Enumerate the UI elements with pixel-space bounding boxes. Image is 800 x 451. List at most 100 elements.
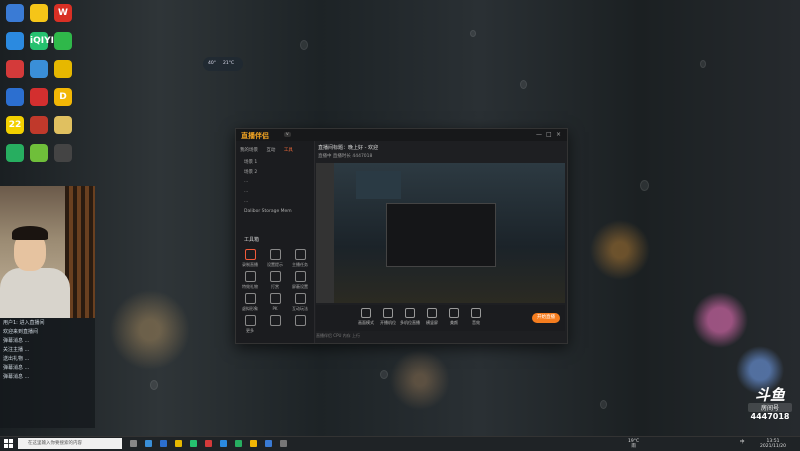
rain-drop — [640, 180, 649, 191]
tool-button[interactable]: 设置提示 — [265, 249, 285, 267]
desktop-app-icon[interactable] — [30, 60, 48, 78]
toolbar-button[interactable]: 开播机位 — [376, 308, 400, 326]
preview-side-strip — [316, 163, 334, 303]
desktop-app-icon[interactable] — [6, 4, 24, 22]
live-companion-window: 直播伴侣 v — □ × 我的场景 互动 工具 场景 1 场景 2 ... ..… — [235, 128, 568, 344]
maximize-button[interactable]: □ — [546, 131, 552, 138]
tab-scenes[interactable]: 我的场景 — [240, 148, 258, 153]
windows-start-icon[interactable] — [4, 439, 13, 448]
desktop-icons: WiQIYI D 22 — [0, 0, 80, 190]
toolbar-button[interactable]: 美颜 — [442, 308, 466, 326]
desktop-app-icon[interactable]: W — [54, 4, 72, 22]
sidebar-item-5[interactable]: Dalibor Storage Mem — [244, 209, 292, 214]
stream-title[interactable]: 直播间标题：晚上好 - 欢迎 — [318, 144, 378, 151]
tool-button[interactable]: 屏蔽设置 — [290, 271, 310, 289]
desktop-app-icon[interactable] — [6, 144, 24, 162]
tray-weather[interactable]: 19°C 雨 — [628, 439, 639, 449]
desktop-app-icon[interactable] — [54, 32, 72, 50]
rain-drop — [300, 40, 308, 50]
chat-line: 弹幕消息 ... — [3, 374, 30, 380]
taskbar-app-icon[interactable] — [235, 440, 242, 447]
taskbar-app-icon[interactable] — [175, 440, 182, 447]
version-badge[interactable]: v — [284, 132, 291, 137]
rain-drop — [600, 400, 607, 409]
sidebar-item-4[interactable]: ... — [244, 199, 248, 204]
taskbar-app-icon[interactable] — [205, 440, 212, 447]
status-footer: 直播伴侣 CPU 内存 上行 — [316, 333, 360, 338]
weather-temp: 40° — [208, 61, 216, 66]
douyu-room-badge: 斗鱼 房间号 4447018 — [748, 388, 792, 428]
desktop-app-icon[interactable]: iQIYI — [30, 32, 54, 50]
tab-interact[interactable]: 互动 — [266, 148, 275, 153]
tool-button[interactable]: 互动玩法 — [290, 293, 310, 311]
taskbar-search-input[interactable]: 在这里输入你要搜索的内容 — [18, 438, 122, 449]
tool-button[interactable]: 更多 — [240, 315, 260, 333]
tray-clock[interactable]: 13:51 2021/11/20 — [760, 439, 786, 449]
sidebar-item-1[interactable]: 场景 2 — [244, 169, 257, 175]
desktop-app-icon[interactable]: D — [54, 88, 72, 106]
taskbar-app-icon[interactable] — [145, 440, 152, 447]
sidebar-item-3[interactable]: ... — [244, 189, 248, 194]
ime-indicator[interactable]: 中 — [740, 440, 745, 445]
desktop-app-icon[interactable] — [6, 60, 24, 78]
weather-widget[interactable]: 40° 21°C — [203, 57, 243, 71]
stream-preview[interactable] — [316, 163, 565, 303]
desktop-app-icon[interactable] — [54, 144, 72, 162]
toolbar-label: 横竖屏 — [426, 320, 438, 325]
taskbar-app-icon[interactable] — [160, 440, 167, 447]
minimize-button[interactable]: — — [536, 131, 542, 138]
tool-button[interactable] — [265, 315, 285, 333]
streamer-body — [0, 268, 70, 318]
toolbar-label: 美颜 — [450, 320, 458, 325]
toolbar-button[interactable]: 音效 — [464, 308, 488, 326]
chat-overlay: 用户1: 进入直播间 欢迎来到直播间 弹幕消息 ... 关注主播 ... 送出礼物 ..… — [0, 318, 95, 428]
taskbar-app-icon[interactable] — [280, 440, 287, 447]
rain-drop — [520, 80, 527, 89]
tool-label: 虚拟形象 — [242, 306, 258, 311]
desktop-app-icon[interactable]: 22 — [6, 116, 24, 134]
toolbar-icon — [471, 308, 481, 318]
taskbar-app-icon[interactable] — [190, 440, 197, 447]
desktop-app-icon[interactable] — [30, 88, 48, 106]
desktop-app-icon[interactable] — [54, 60, 72, 78]
tool-button[interactable]: 打赏 — [265, 271, 285, 289]
tool-button[interactable]: 特效礼物 — [240, 271, 260, 289]
start-live-button[interactable]: 开始直播 — [532, 313, 560, 323]
taskbar: 在这里输入你要搜索的内容 19°C 雨 中 13:51 2021/11/20 — [0, 436, 800, 451]
desktop-app-icon[interactable] — [54, 116, 72, 134]
close-button[interactable]: × — [556, 131, 561, 138]
sidebar-item-0[interactable]: 场景 1 — [244, 159, 257, 165]
desktop-app-icon[interactable] — [6, 88, 24, 106]
tool-button[interactable]: 虚拟形象 — [240, 293, 260, 311]
tool-label: 特效礼物 — [242, 284, 258, 289]
tool-button[interactable]: 主播任务 — [290, 249, 310, 267]
stream-subinfo: 直播中 直播时长 4447018 — [318, 154, 373, 159]
toolbar-icon — [449, 308, 459, 318]
toolbar-button[interactable]: 多机位直播 — [398, 308, 422, 326]
sidebar-item-2[interactable]: ... — [244, 179, 248, 184]
chat-line: 弹幕消息 ... — [3, 338, 30, 344]
toolbar-button[interactable]: 横竖屏 — [420, 308, 444, 326]
tool-label: 屏蔽设置 — [292, 284, 308, 289]
toolbar-button[interactable]: 画面模式 — [354, 308, 378, 326]
taskbar-app-icon[interactable] — [250, 440, 257, 447]
tool-button[interactable]: 录制直播 — [240, 249, 260, 267]
tool-icon — [244, 271, 256, 282]
desktop-app-icon[interactable] — [30, 4, 48, 22]
tool-button[interactable] — [290, 315, 310, 333]
tab-tools[interactable]: 工具 — [284, 148, 293, 153]
desktop-app-icon[interactable] — [30, 144, 48, 162]
toolbar-label: 开播机位 — [380, 320, 396, 325]
desktop-app-icon[interactable] — [30, 116, 48, 134]
taskbar-app-icon[interactable] — [220, 440, 227, 447]
tool-button[interactable]: PK — [265, 293, 285, 311]
taskbar-app-icon[interactable] — [130, 440, 137, 447]
title-bar: 直播伴侣 v — □ × — [236, 129, 567, 141]
clock-date: 2021/11/20 — [760, 444, 786, 449]
rain-drop — [470, 30, 476, 37]
tool-label: 打赏 — [271, 284, 279, 289]
toolbar-label: 音效 — [472, 320, 480, 325]
desktop-app-icon[interactable] — [6, 32, 24, 50]
taskbar-app-icon[interactable] — [265, 440, 272, 447]
tool-label: 互动玩法 — [292, 306, 308, 311]
